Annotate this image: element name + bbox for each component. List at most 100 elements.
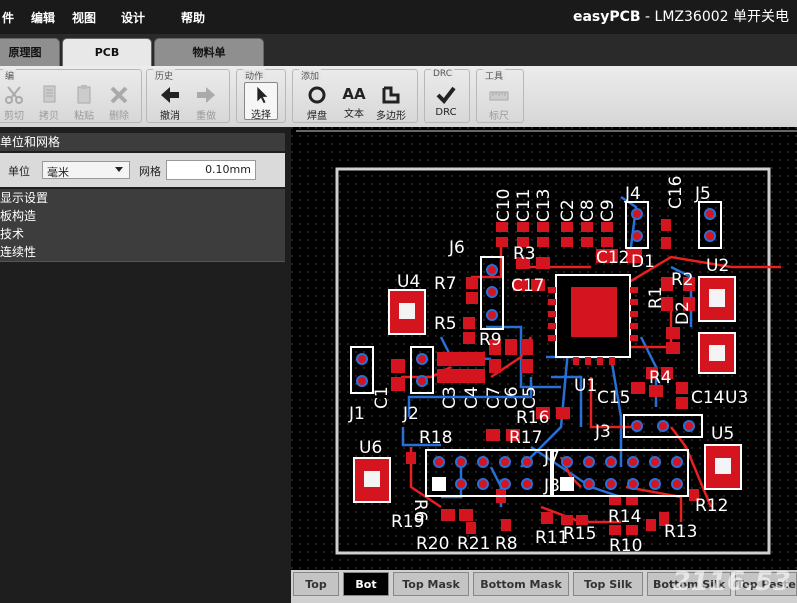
layer-tab-bottom[interactable]: Bot [343, 572, 389, 596]
menu-help[interactable]: 帮助 [181, 9, 205, 26]
cut-label: 剪切 [4, 111, 24, 122]
units-grid-header[interactable]: 单位和网格 [0, 133, 285, 151]
label-R16: R16 [516, 408, 549, 428]
menu-edit[interactable]: 编辑 [31, 9, 55, 26]
layer-tab-top-mask[interactable]: Top Mask [393, 572, 469, 596]
tab-bom[interactable]: 物料单 [154, 38, 264, 66]
undo-button[interactable]: 撤消 [153, 82, 187, 122]
text-icon: AA [342, 85, 366, 103]
cursor-icon [257, 86, 268, 104]
window-title: easyPCB - LMZ36002 单开关电 [573, 6, 789, 26]
checkmark-icon [436, 86, 456, 105]
label-C12: C12 [596, 248, 630, 268]
group-action: 动作 选择 [236, 69, 286, 123]
copy-button[interactable]: 拷贝 [32, 82, 66, 122]
ruler-button[interactable]: 标尺 [482, 82, 516, 122]
polygon-button[interactable]: 多边形 [374, 82, 408, 122]
label-C1: C1 [372, 386, 392, 409]
label-R20: R20 [416, 534, 449, 554]
unit-select-value: 毫米 [47, 166, 69, 179]
menu-view[interactable]: 视图 [72, 9, 96, 26]
canvas-edge [296, 130, 797, 132]
properties-panel: 单位和网格 单位 毫米 网格 0.10mm 显示设置 板构造 技术 连续性 [0, 127, 291, 603]
label-J6: J6 [448, 238, 465, 258]
pcb-canvas[interactable]: C10 C11 C13 C2 C8 C9 J4 C16 J5 J6 R3 C12… [291, 127, 797, 570]
label-C3: C3 [440, 386, 460, 409]
panel-divider [0, 261, 285, 262]
label-R8: R8 [495, 534, 518, 554]
label-R12: R12 [695, 496, 728, 516]
pad-button[interactable]: 焊盘 [300, 82, 334, 122]
copy-icon [43, 85, 56, 103]
section-technology[interactable]: 技术 [0, 225, 285, 243]
drc-button[interactable]: DRC [429, 82, 463, 120]
menu-design[interactable]: 设计 [121, 9, 145, 26]
drc-label: DRC [435, 107, 457, 118]
group-history-title: 历史 [153, 69, 176, 82]
label-C11: C11 [514, 188, 534, 222]
paste-label: 粘贴 [74, 111, 94, 122]
group-tools: 工具 标尺 [476, 69, 524, 123]
group-add-title: 添加 [299, 69, 322, 82]
label-C6: C6 [502, 386, 522, 409]
label-D2: D2 [673, 301, 693, 325]
section-display-settings[interactable]: 显示设置 [0, 189, 285, 207]
layer-tab-top-silk[interactable]: Top Silk [573, 572, 643, 596]
x-icon [110, 86, 128, 104]
label-R3: R3 [513, 244, 536, 264]
label-C2: C2 [558, 199, 578, 222]
menu-file[interactable]: 件 [2, 9, 14, 26]
label-C8: C8 [578, 199, 598, 222]
label-R10: R10 [609, 536, 642, 556]
group-edit-title: 编 [3, 69, 17, 82]
layer-tab-bottom-mask[interactable]: Bottom Mask [473, 572, 569, 596]
label-J3: J3 [594, 422, 611, 442]
section-board-construction[interactable]: 板构造 [0, 207, 285, 225]
layer-tab-top[interactable]: Top [293, 572, 339, 596]
delete-button[interactable]: 删除 [102, 82, 136, 122]
label-J5: J5 [694, 184, 711, 204]
select-button[interactable]: 选择 [244, 82, 278, 121]
cut-button[interactable]: 剪切 [0, 82, 31, 122]
redo-button[interactable]: 重做 [189, 82, 223, 122]
grid-label: 网格 [139, 165, 161, 178]
label-R7: R7 [434, 274, 457, 294]
label-U2: U2 [706, 256, 729, 276]
document-tab-bar: 原理图 PCB 物料单 [0, 34, 797, 66]
tab-pcb[interactable]: PCB [62, 38, 152, 66]
ruler-icon [489, 91, 509, 101]
group-edit: 编 剪切 拷贝 粘贴 删除 [0, 69, 142, 123]
arrow-left-icon [161, 87, 179, 103]
label-U1: U1 [574, 376, 597, 396]
label-J2: J2 [402, 404, 419, 424]
clipboard-icon [77, 85, 91, 104]
group-action-title: 动作 [243, 69, 266, 82]
label-C10: C10 [494, 188, 514, 222]
label-R1: R1 [646, 286, 666, 309]
label-C14: C14 [691, 388, 725, 408]
delete-label: 删除 [109, 111, 129, 122]
app-name: easyPCB [572, 9, 641, 25]
section-connectivity[interactable]: 连续性 [0, 243, 285, 261]
label-C7: C7 [484, 386, 504, 409]
text-label: 文本 [344, 109, 364, 120]
paste-button[interactable]: 粘贴 [67, 82, 101, 122]
text-button[interactable]: AA 文本 [337, 82, 371, 120]
unit-label: 单位 [8, 165, 30, 178]
tab-schematic[interactable]: 原理图 [0, 38, 60, 66]
scissors-icon [5, 86, 23, 104]
label-D1: D1 [631, 252, 655, 272]
label-R17: R17 [509, 428, 542, 448]
label-R21: R21 [457, 534, 490, 554]
group-drc-title: DRC [431, 69, 455, 79]
pad-icon [308, 86, 326, 104]
pad-label: 焊盘 [307, 111, 327, 122]
grid-size-input[interactable]: 0.10mm [166, 160, 256, 180]
group-add: 添加 焊盘 AA 文本 多边形 [292, 69, 418, 123]
label-R2: R2 [671, 270, 694, 290]
unit-select[interactable]: 毫米 [42, 161, 130, 179]
label-R5: R5 [434, 314, 457, 334]
label-C17: C17 [511, 276, 545, 296]
label-C9: C9 [598, 199, 618, 222]
polygon-icon [382, 86, 400, 104]
